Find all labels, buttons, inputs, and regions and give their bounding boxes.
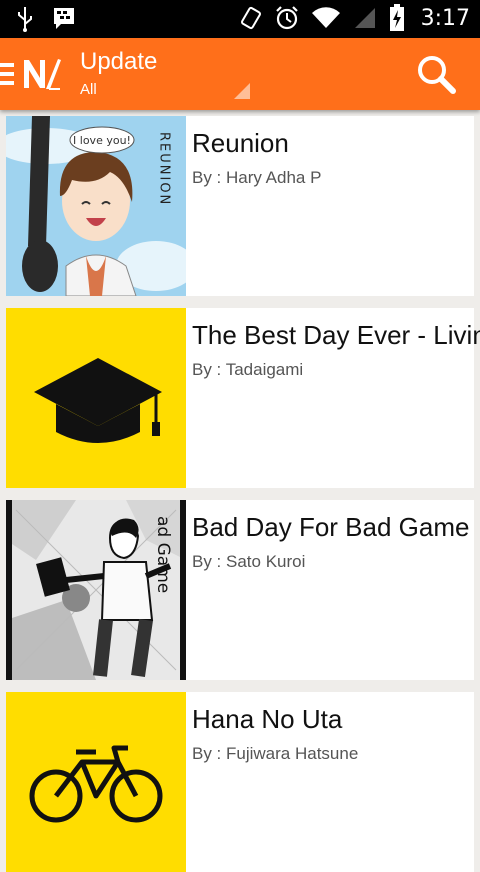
book-title: The Best Day Ever - Living	[192, 320, 480, 350]
search-icon[interactable]	[414, 54, 458, 94]
usb-icon	[18, 7, 32, 32]
menu-icon[interactable]	[0, 63, 14, 85]
book-author: By : Fujiwara Hatsune	[192, 744, 359, 763]
book-cover-manga: ad Game	[6, 500, 186, 680]
cover-title: REUNION	[157, 132, 172, 206]
list-item[interactable]: The Best Day Ever - Living By : Tadaigam…	[6, 308, 480, 488]
spinner-indicator-icon	[234, 83, 250, 99]
wifi-icon	[311, 7, 340, 29]
alarm-icon	[275, 6, 298, 30]
bbm-icon	[54, 8, 74, 29]
book-author: By : Tadaigami	[192, 360, 304, 379]
status-bar: 3:17	[0, 0, 480, 38]
book-author: By : Hary Adha P	[192, 168, 322, 187]
list-item[interactable]: Hana No Uta By : Fujiwara Hatsune	[6, 692, 474, 872]
book-title: Hana No Uta	[192, 704, 343, 734]
nl-logo-icon[interactable]	[22, 56, 62, 92]
list-item[interactable]: ad Game Bad Day For Bad Game By : Sato K…	[6, 500, 474, 680]
book-author: By : Sato Kuroi	[192, 552, 306, 571]
battery-charging-icon	[389, 4, 404, 31]
cover-title: ad Game	[153, 516, 173, 593]
signal-icon	[354, 8, 375, 28]
book-cover-illustration: I love you! REUNION	[6, 116, 186, 296]
view-spinner[interactable]: Update All	[80, 48, 157, 100]
list-item[interactable]: I love you! REUNION Reunion By : Hary Ad…	[6, 116, 474, 296]
graduation-cap-icon	[6, 308, 186, 488]
status-time: 3:17	[420, 5, 470, 31]
app-bar: Update All	[0, 38, 480, 110]
bicycle-icon	[6, 692, 186, 872]
vibrate-icon	[240, 6, 261, 30]
cover-caption: I love you!	[73, 134, 131, 147]
page-title: Update	[80, 48, 158, 75]
filter-subtitle: All	[80, 81, 97, 98]
book-title: Bad Day For Bad Game	[192, 512, 470, 542]
book-title: Reunion	[192, 128, 289, 158]
